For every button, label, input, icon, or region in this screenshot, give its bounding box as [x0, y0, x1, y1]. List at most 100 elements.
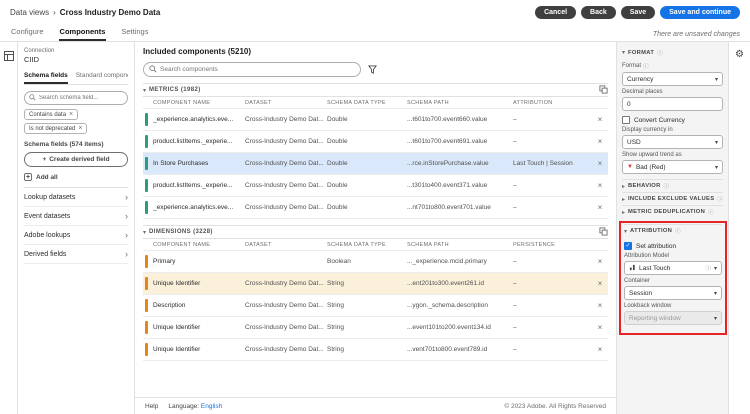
- remove-component-button[interactable]: [592, 138, 608, 146]
- save-button[interactable]: Save: [621, 6, 655, 19]
- container-select[interactable]: Session: [624, 286, 722, 300]
- section-attribution[interactable]: ATTRIBUTION: [624, 224, 722, 237]
- breadcrumb-root-link[interactable]: Data views: [10, 8, 49, 17]
- dataset-cell: Cross-Industry Demo Dat...: [245, 116, 327, 123]
- schema-path-cell: ...ygon._schema.description: [407, 302, 513, 309]
- tab-settings[interactable]: Settings: [120, 26, 149, 41]
- attribution-cell: –: [513, 204, 592, 211]
- metric-accent-bar: [145, 179, 148, 192]
- filter-icon[interactable]: [367, 64, 378, 75]
- table-row[interactable]: Unique Identifier Cross-Industry Demo Da…: [143, 317, 608, 339]
- filter-chip-not-deprecated[interactable]: Is not deprecated: [24, 123, 87, 134]
- attribution-annotation-box: ATTRIBUTION Set attribution Attribution …: [619, 221, 727, 335]
- section-include-exclude[interactable]: INCLUDE EXCLUDE VALUES: [622, 192, 723, 205]
- display-currency-select[interactable]: USD: [622, 135, 723, 149]
- metric-deduplication-section-label: METRIC DEDUPLICATION: [628, 209, 705, 215]
- help-link[interactable]: Help: [145, 403, 158, 410]
- metrics-cards-icon[interactable]: [599, 85, 608, 96]
- dimension-accent-bar: [145, 321, 148, 334]
- components-search-row: [143, 62, 608, 77]
- add-all-label: Add all: [36, 174, 58, 181]
- metrics-section-label: METRICS (1982): [149, 87, 201, 93]
- tab-schema-fields[interactable]: Schema fields: [24, 70, 68, 84]
- decimal-places-input[interactable]: [622, 97, 723, 111]
- tab-components[interactable]: Components: [59, 26, 107, 41]
- language-label: Language:: [168, 403, 199, 410]
- attribution-cell: –: [513, 182, 592, 189]
- remove-component-button[interactable]: [592, 182, 608, 190]
- schema-search-input[interactable]: [39, 95, 123, 101]
- remove-component-button[interactable]: [592, 160, 608, 168]
- chevron-down-icon: [714, 290, 717, 297]
- dimensions-column-headers: COMPONENT NAME DATASET SCHEMA DATA TYPE …: [143, 239, 608, 251]
- remove-component-button[interactable]: [592, 346, 608, 354]
- schema-path-cell: ...t301to400.event371.value: [407, 182, 513, 189]
- format-select[interactable]: Currency: [622, 72, 723, 86]
- table-row-selected[interactable]: In Store Purchases Cross-Industry Demo D…: [143, 153, 608, 175]
- tab-standard-components[interactable]: Standard components: [76, 70, 128, 84]
- cancel-button[interactable]: Cancel: [535, 6, 576, 19]
- remove-filter-icon[interactable]: [69, 111, 73, 118]
- schema-data-type-cell: String: [327, 280, 407, 287]
- chevron-right-icon: [622, 196, 625, 203]
- schema-path-cell: ...rce.inStorePurchase.value: [407, 160, 513, 167]
- lookback-window-value: Reporting window: [629, 315, 711, 322]
- group-label: Event datasets: [24, 213, 70, 220]
- table-row[interactable]: Primary Boolean ..._experience.mcid.prim…: [143, 251, 608, 273]
- plus-icon: [42, 156, 46, 163]
- attribution-model-select[interactable]: Last Touch: [624, 261, 722, 275]
- language-link[interactable]: English: [201, 403, 222, 410]
- remove-filter-icon[interactable]: [78, 125, 82, 132]
- table-row[interactable]: product.listItems._experie... Cross-Indu…: [143, 131, 608, 153]
- remove-component-button[interactable]: [592, 302, 608, 310]
- section-metric-deduplication[interactable]: METRIC DEDUPLICATION: [622, 205, 723, 218]
- table-row[interactable]: Unique Identifier Cross-Industry Demo Da…: [143, 339, 608, 361]
- column-header-component-name: COMPONENT NAME: [153, 242, 245, 248]
- add-all-button[interactable]: + Add all: [24, 173, 128, 181]
- remove-component-button[interactable]: [592, 280, 608, 288]
- upward-trend-select[interactable]: ▼ Bad (Red): [622, 160, 723, 174]
- remove-component-button[interactable]: [592, 204, 608, 212]
- back-button[interactable]: Back: [581, 6, 616, 19]
- sidebar-item-adobe-lookups[interactable]: Adobe lookups: [24, 226, 128, 245]
- section-format[interactable]: FORMAT: [622, 46, 723, 59]
- remove-component-button[interactable]: [592, 258, 608, 266]
- table-row[interactable]: product.listItems._experie... Cross-Indu…: [143, 175, 608, 197]
- table-row[interactable]: _experience.analytics.eve... Cross-Indus…: [143, 197, 608, 219]
- set-attribution-checkbox[interactable]: Set attribution: [624, 242, 722, 250]
- decimal-places-label: Decimal places: [622, 89, 723, 95]
- include-exclude-section-label: INCLUDE EXCLUDE VALUES: [628, 196, 714, 202]
- sidebar-item-derived-fields[interactable]: Derived fields: [24, 245, 128, 264]
- filter-chip-contains-data[interactable]: Contains data: [24, 109, 78, 120]
- table-row-highlighted[interactable]: Unique Identifier Cross-Industry Demo Da…: [143, 273, 608, 295]
- save-and-continue-button[interactable]: Save and continue: [660, 6, 740, 19]
- convert-currency-checkbox[interactable]: Convert Currency: [622, 116, 723, 124]
- table-row[interactable]: Description Cross-Industry Demo Dat... S…: [143, 295, 608, 317]
- components-search-input[interactable]: [160, 66, 355, 73]
- metrics-section-header[interactable]: METRICS (1982): [143, 83, 608, 97]
- dimensions-section-header[interactable]: DIMENSIONS (3228): [143, 225, 608, 239]
- schema-path-cell: ...nt701to800.event701.value: [407, 204, 513, 211]
- sidebar-item-lookup-datasets[interactable]: Lookup datasets: [24, 188, 128, 207]
- gear-icon[interactable]: [735, 49, 744, 414]
- dimensions-block: DIMENSIONS (3228) COMPONENT NAME DATASET…: [143, 225, 608, 361]
- data-view-grid-icon[interactable]: [4, 51, 14, 414]
- behavior-section-label: BEHAVIOR: [628, 183, 661, 189]
- attribution-section-label: ATTRIBUTION: [630, 228, 672, 234]
- group-label: Lookup datasets: [24, 194, 75, 201]
- dimensions-cards-icon[interactable]: [599, 227, 608, 238]
- column-header-persistence: PERSISTENCE: [513, 242, 592, 248]
- chevron-right-icon: [125, 211, 128, 221]
- table-row[interactable]: _experience.analytics.eve... Cross-Indus…: [143, 109, 608, 131]
- persistence-cell: –: [513, 280, 592, 287]
- schema-data-type-cell: Double: [327, 160, 407, 167]
- section-behavior[interactable]: BEHAVIOR: [622, 179, 723, 192]
- included-components-title: Included components (5210): [143, 47, 608, 56]
- sidebar-item-event-datasets[interactable]: Event datasets: [24, 207, 128, 226]
- checkbox-unchecked-icon: [622, 116, 630, 124]
- remove-component-button[interactable]: [592, 116, 608, 124]
- tab-configure[interactable]: Configure: [10, 26, 45, 41]
- remove-component-button[interactable]: [592, 324, 608, 332]
- create-derived-field-button[interactable]: Create derived field: [24, 152, 128, 167]
- column-header-dataset: DATASET: [245, 100, 327, 106]
